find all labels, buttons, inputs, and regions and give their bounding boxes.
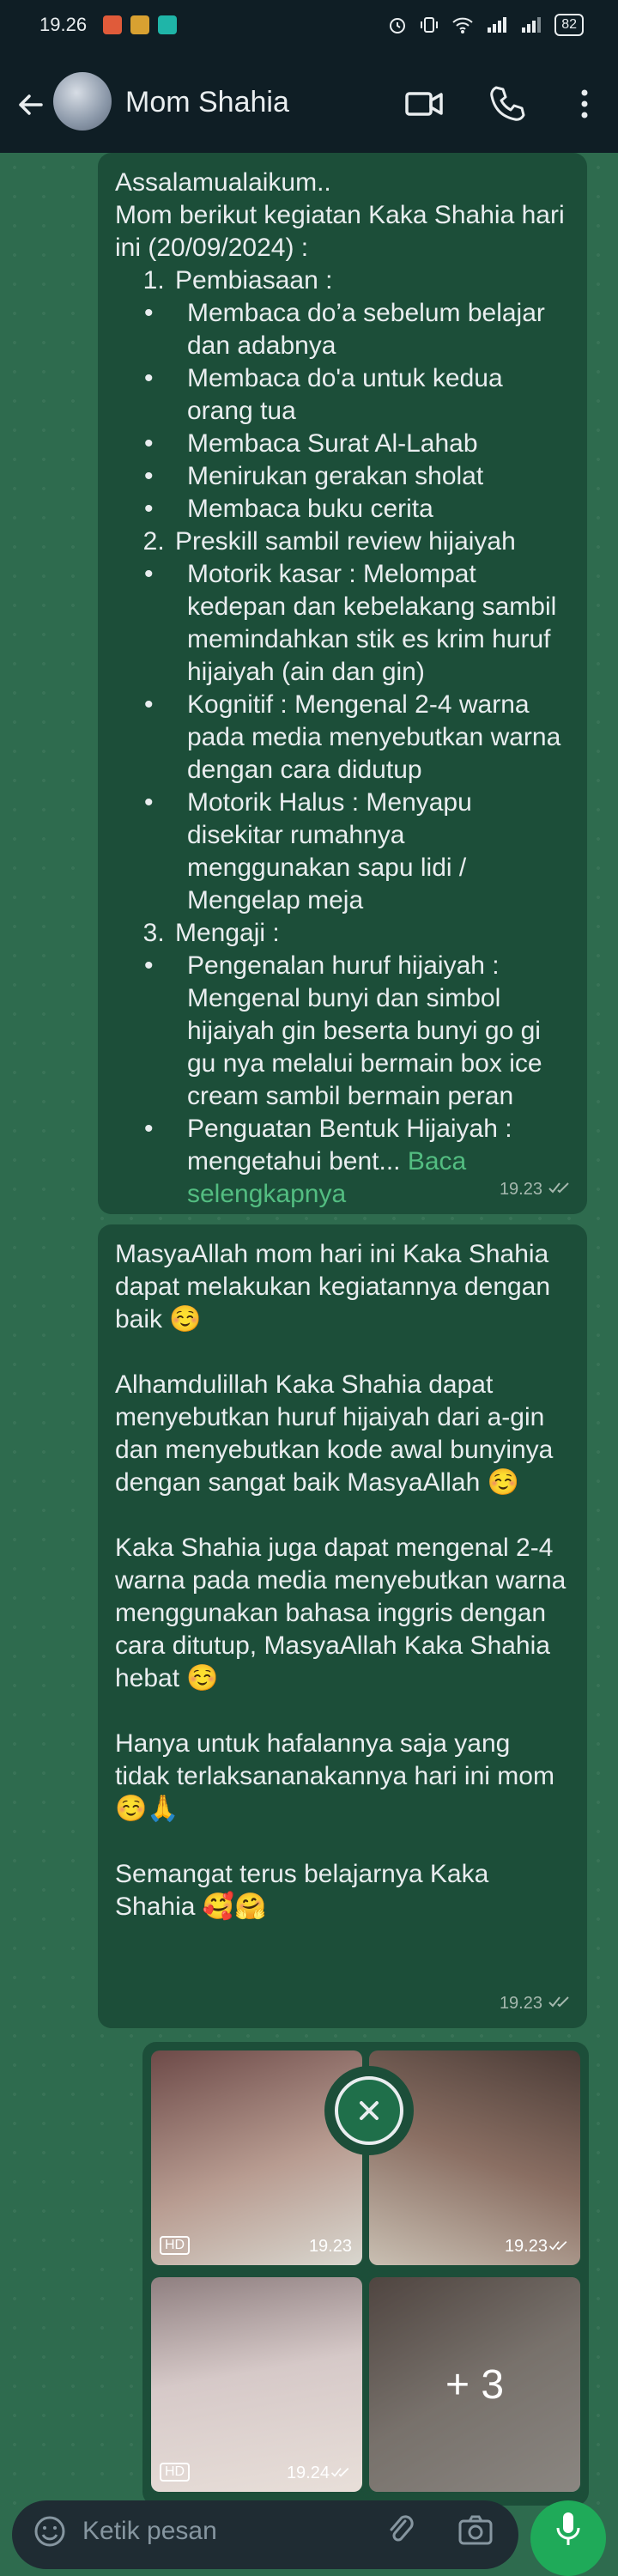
mic-button[interactable] bbox=[530, 2500, 606, 2576]
list-item: Membaca buku cerita bbox=[118, 493, 570, 526]
section-title: Pembiasaan : bbox=[175, 266, 333, 295]
chat-area[interactable]: Assalamualaikum.. Mom berikut kegiatan K… bbox=[0, 153, 618, 2523]
phone-icon[interactable] bbox=[486, 82, 529, 125]
message-input[interactable] bbox=[81, 2509, 342, 2554]
wifi-icon bbox=[452, 17, 473, 33]
message-bubble-activity-report[interactable]: Assalamualaikum.. Mom berikut kegiatan K… bbox=[98, 153, 587, 1214]
signal-icon bbox=[522, 17, 542, 33]
message-time: 19.23 bbox=[500, 1987, 572, 2020]
message-input-box[interactable] bbox=[12, 2500, 518, 2569]
more-vert-icon[interactable] bbox=[563, 82, 606, 125]
list-item: Motorik kasar : Melompat kedepan dan keb… bbox=[118, 558, 570, 689]
section-item: Pembiasaan : Membaca do’a sebelum belaja… bbox=[144, 264, 570, 526]
message-paragraph: Hanya untuk hafalannya saja yang tidak t… bbox=[115, 1729, 554, 1823]
double-check-icon bbox=[548, 1996, 569, 2008]
time-text: 19.24 bbox=[286, 2464, 330, 2482]
chat-header: Mom Shahia bbox=[0, 53, 618, 153]
time-text: 19.23 bbox=[499, 1994, 542, 2013]
message-time: 19.23 bbox=[500, 1173, 572, 1206]
message-paragraph: Kaka Shahia juga dapat mengenal 2-4 warn… bbox=[115, 1534, 566, 1692]
photo-time: 19.23 bbox=[308, 2237, 352, 2256]
photo-thumbnail[interactable]: HD 19.24 bbox=[151, 2277, 362, 2492]
double-check-icon bbox=[548, 2241, 567, 2251]
battery-level: 82 bbox=[554, 14, 584, 36]
camera-icon[interactable] bbox=[457, 2512, 494, 2547]
notification-icons bbox=[103, 15, 177, 34]
message-bubble-feedback[interactable]: MasyaAllah mom hari ini Kaka Shahia dapa… bbox=[98, 1224, 587, 2028]
time-text: 19.23 bbox=[504, 2237, 548, 2256]
close-icon[interactable] bbox=[354, 2096, 384, 2125]
message-paragraph: MasyaAllah mom hari ini Kaka Shahia dapa… bbox=[115, 1240, 551, 1334]
photo-time: 19.23 bbox=[505, 2237, 570, 2257]
notification-app-icon bbox=[130, 15, 149, 34]
message-paragraph: Alhamdulillah Kaka Shahia dapat menyebut… bbox=[115, 1370, 554, 1497]
list-item: Membaca Surat Al-Lahab bbox=[118, 428, 570, 460]
list-item: Pengenalan huruf hijaiyah : Mengenal bun… bbox=[118, 950, 570, 1113]
alarm-icon bbox=[390, 18, 406, 33]
section-item: Preskill sambil review hijaiyah Motorik … bbox=[144, 526, 570, 917]
hd-badge: HD bbox=[160, 2236, 191, 2255]
system-icons: 82 bbox=[388, 14, 584, 36]
list-item: Kognitif : Mengenal 2-4 warna pada media… bbox=[118, 689, 570, 787]
signal-icon bbox=[488, 17, 507, 33]
message-paragraph: Semangat terus belajarnya Kaka Shahia 🥰🤗 bbox=[115, 1860, 489, 1921]
cancel-upload-button[interactable] bbox=[324, 2066, 414, 2155]
photo-thumbnail[interactable]: HD 19.23 bbox=[151, 2050, 362, 2265]
time-text: 19.23 bbox=[499, 1180, 542, 1199]
more-media-count[interactable]: + 3 bbox=[369, 2277, 580, 2492]
status-time: 19.26 bbox=[39, 14, 88, 35]
notification-app-icon bbox=[158, 15, 177, 34]
section-title: Preskill sambil review hijaiyah bbox=[175, 527, 516, 556]
notification-app-icon bbox=[103, 15, 122, 34]
attach-icon[interactable] bbox=[385, 2512, 415, 2547]
emoji-icon[interactable] bbox=[33, 2514, 67, 2549]
video-call-icon[interactable] bbox=[403, 82, 446, 125]
activity-list: Pembiasaan : Membaca do’a sebelum belaja… bbox=[115, 264, 570, 1211]
vibrate-icon bbox=[421, 17, 439, 33]
list-item: Membaca do'a untuk kedua orang tua bbox=[118, 362, 570, 428]
section-item: Mengaji : Pengenalan huruf hijaiyah : Me… bbox=[144, 917, 570, 1211]
double-check-icon bbox=[548, 1182, 569, 1194]
status-bar: 19.26 82 bbox=[0, 0, 618, 53]
section-title: Mengaji : bbox=[175, 919, 280, 947]
list-item: Membaca do’a sebelum belajar dan adabnya bbox=[118, 297, 570, 362]
photo-thumbnail[interactable]: + 3 bbox=[369, 2277, 580, 2492]
message-intro: Mom berikut kegiatan Kaka Shahia hari in… bbox=[115, 201, 565, 262]
double-check-icon bbox=[330, 2468, 349, 2477]
hd-badge: HD bbox=[160, 2463, 191, 2482]
avatar[interactable] bbox=[53, 72, 112, 131]
message-composer bbox=[0, 2495, 618, 2576]
close-icon-wrap[interactable] bbox=[335, 2076, 403, 2145]
list-item: Menirukan gerakan sholat bbox=[118, 460, 570, 493]
mic-icon[interactable] bbox=[530, 2500, 606, 2552]
list-item: Motorik Halus : Menyapu disekitar rumahn… bbox=[118, 787, 570, 917]
photo-time: 19.24 bbox=[287, 2464, 352, 2483]
message-greeting: Assalamualaikum.. bbox=[115, 168, 331, 197]
back-arrow-icon[interactable] bbox=[12, 86, 50, 124]
contact-name[interactable]: Mom Shahia bbox=[125, 86, 289, 119]
